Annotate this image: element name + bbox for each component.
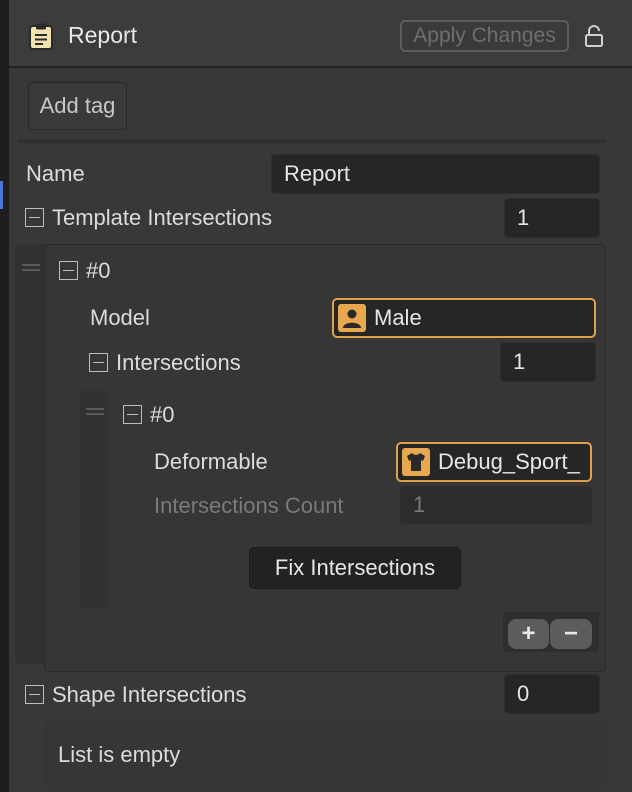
shape-intersections-count-input[interactable]: 0 xyxy=(504,674,600,714)
template-intersections-count-input[interactable]: 1 xyxy=(504,198,600,238)
intersections-count-field: 1 xyxy=(400,486,592,524)
model-label: Model xyxy=(90,305,150,330)
element-0-collapse-toggle[interactable] xyxy=(59,261,78,280)
fix-intersections-button[interactable]: Fix Intersections xyxy=(249,547,461,589)
model-object-value: Male xyxy=(374,305,422,330)
add-tag-button[interactable]: Add tag xyxy=(28,82,127,130)
intersection-0-drag-handle[interactable] xyxy=(86,408,104,415)
intersections-count-input[interactable]: 1 xyxy=(500,342,596,382)
name-label: Name xyxy=(26,161,85,186)
add-element-button[interactable]: + xyxy=(508,619,549,649)
intersection-0-index: #0 xyxy=(150,402,175,427)
intersections-label: Intersections xyxy=(116,350,241,375)
name-input[interactable]: Report xyxy=(271,154,600,194)
remove-element-button[interactable]: − xyxy=(550,619,592,649)
selection-marker xyxy=(0,181,3,209)
shirt-icon xyxy=(402,448,430,476)
intersections-count-label: Intersections Count xyxy=(154,493,344,518)
report-asset-icon xyxy=(27,22,55,50)
intersection-0-collapse-toggle[interactable] xyxy=(123,405,142,424)
shape-intersections-label: Shape Intersections xyxy=(52,682,247,707)
element-0-index: #0 xyxy=(86,258,111,283)
lock-icon[interactable] xyxy=(584,24,604,48)
divider xyxy=(18,140,606,143)
template-intersections-label: Template Intersections xyxy=(52,205,273,230)
deformable-object-value: Debug_Sport_ xyxy=(438,449,580,474)
element-0-drag-handle[interactable] xyxy=(22,264,40,271)
person-icon xyxy=(338,304,366,332)
template-intersections-collapse-toggle[interactable] xyxy=(25,208,44,227)
intersections-collapse-toggle[interactable] xyxy=(89,353,108,372)
window-left-edge xyxy=(0,0,9,792)
model-object-field[interactable]: Male xyxy=(332,298,596,338)
deformable-label: Deformable xyxy=(154,449,268,474)
apply-changes-button[interactable]: Apply Changes xyxy=(400,20,569,52)
shape-intersections-collapse-toggle[interactable] xyxy=(25,685,44,704)
deformable-object-field[interactable]: Debug_Sport_ xyxy=(396,442,592,482)
list-empty-text: List is empty xyxy=(58,742,181,767)
inspector-title: Report xyxy=(68,22,138,48)
